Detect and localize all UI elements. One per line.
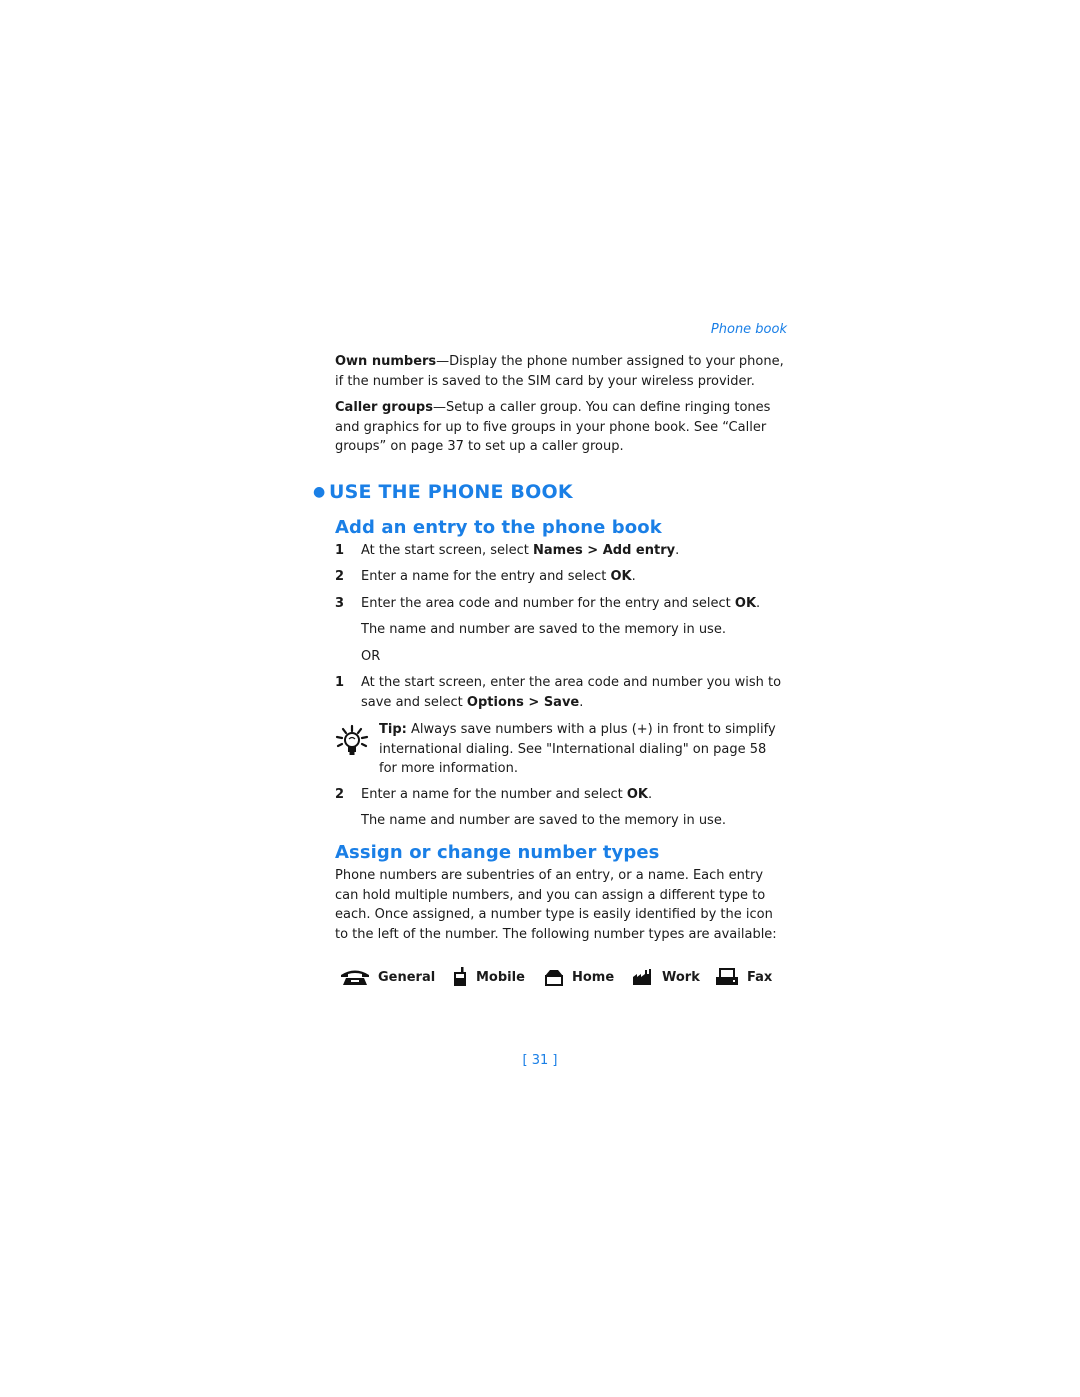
step-number: 1 — [335, 675, 345, 690]
type-label: General — [378, 969, 436, 985]
step-text: Enter a name for the number and select — [361, 787, 627, 802]
telephone-icon — [341, 970, 369, 985]
type-home: Home — [544, 966, 614, 988]
menu-path: Options > Save — [466, 694, 580, 710]
lightbulb-icon — [335, 724, 369, 755]
step-b-2: 2 Enter a name for the number and select… — [335, 785, 787, 805]
home-icon — [545, 970, 563, 986]
step-number: 1 — [335, 543, 345, 558]
own-numbers-paragraph: Own numbers—Display the phone number ass… — [335, 352, 787, 391]
page-number: [ 31 ] — [522, 1053, 558, 1068]
step-number: 2 — [335, 787, 345, 802]
step-punct: . — [579, 694, 584, 710]
bullet-icon: ● — [313, 484, 326, 500]
step-text: Enter a name for the entry and select — [361, 569, 611, 584]
type-label: Home — [572, 969, 615, 985]
number-types-heading: Assign or change number types — [335, 842, 660, 863]
tip-text: Always save numbers with a plus (+) in f… — [379, 722, 776, 776]
type-label: Fax — [747, 969, 773, 985]
menu-path: OK — [610, 569, 632, 584]
or-label: OR — [361, 649, 381, 664]
tip-box: Tip: Always save numbers with a plus (+)… — [335, 720, 787, 779]
number-types-body: Phone numbers are subentries of an entry… — [335, 868, 777, 942]
factory-icon — [633, 969, 651, 985]
type-work: Work — [632, 966, 700, 988]
step-text: At the start screen, select — [361, 543, 534, 558]
fax-icon — [716, 968, 738, 985]
step-punct: . — [675, 543, 680, 558]
own-numbers-term: Own numbers — [335, 354, 437, 369]
step-punct: . — [756, 596, 761, 611]
caller-groups-term: Caller groups — [335, 400, 433, 415]
menu-path: OK — [626, 787, 648, 802]
saved-note-a: The name and number are saved to the mem… — [361, 622, 726, 637]
mobile-phone-icon — [454, 967, 466, 986]
step-punct: . — [647, 787, 653, 802]
add-entry-heading: Add an entry to the phone book — [335, 517, 662, 538]
menu-path: OK — [734, 596, 757, 611]
tip-label: Tip: — [379, 722, 407, 737]
type-label: Work — [662, 969, 700, 985]
step-b-1: 1 At the start screen, enter the area co… — [335, 673, 787, 712]
step-a-1: 1 At the start screen, select Names > Ad… — [335, 541, 787, 561]
step-punct: . — [631, 569, 636, 584]
saved-note-b: The name and number are saved to the mem… — [361, 813, 726, 828]
step-number: 3 — [335, 596, 345, 611]
running-head: Phone book — [710, 322, 787, 337]
section-title: ● USE THE PHONE BOOK — [313, 481, 573, 503]
step-a-3: 3 Enter the area code and number for the… — [335, 594, 787, 614]
type-mobile: Mobile — [452, 966, 525, 988]
type-fax: Fax — [715, 966, 772, 988]
step-number: 2 — [335, 569, 345, 584]
step-text: Enter the area code and number for the e… — [361, 596, 735, 611]
type-general: General — [340, 966, 435, 988]
caller-groups-paragraph: Caller groups—Setup a caller group. You … — [335, 398, 787, 457]
step-a-2: 2 Enter a name for the entry and select … — [335, 567, 787, 587]
type-label: Mobile — [476, 969, 525, 985]
section-title-text: USE THE PHONE BOOK — [329, 481, 573, 503]
menu-path: Names > Add entry — [533, 543, 676, 558]
